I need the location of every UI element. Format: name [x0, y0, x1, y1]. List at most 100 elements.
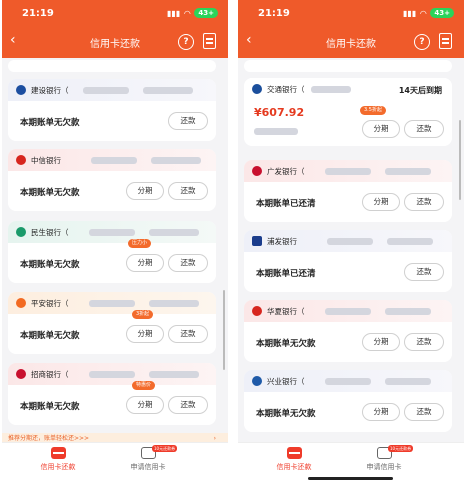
bank-name: 华夏银行（: [267, 306, 305, 316]
repay-button[interactable]: 还款: [404, 263, 444, 281]
status-time: 21:19: [258, 7, 290, 19]
citic-logo-icon: [16, 155, 26, 165]
bill-amount: ¥607.92: [254, 106, 305, 119]
bill-status: 本期账单无欠款: [20, 331, 80, 341]
masked-holder: [148, 370, 199, 378]
help-icon[interactable]: ?: [178, 34, 194, 50]
masked-detail: [254, 128, 298, 135]
card-citic[interactable]: 中信银行 本期账单无欠款 分期 还款: [8, 149, 216, 211]
bill-status: 本期账单已还清: [256, 199, 316, 209]
bank-name: 兴业银行（: [267, 376, 305, 386]
status-bar: 21:19 ▮▮▮ ◠ 43+: [2, 0, 228, 26]
tab-credit-card-repay[interactable]: 信用卡还款: [18, 447, 98, 472]
installment-button[interactable]: 分期: [126, 396, 164, 414]
bank-name: 浦发银行: [267, 236, 297, 246]
bill-icon[interactable]: [203, 33, 216, 49]
bank-name: 建设银行（: [31, 85, 69, 95]
signal-icon: ▮▮▮: [167, 8, 181, 18]
repay-button[interactable]: 还款: [168, 254, 208, 272]
pingan-logo-icon: [16, 298, 26, 308]
scrollbar[interactable]: [223, 290, 225, 370]
repay-button[interactable]: 还款: [404, 120, 444, 138]
card-partial: [8, 60, 216, 72]
masked-card-number: [82, 86, 129, 94]
battery-icon: 43+: [430, 8, 454, 18]
tab-label: 申请信用卡: [366, 463, 402, 471]
cmb-logo-icon: [16, 369, 26, 379]
masked-card-number: [324, 167, 371, 175]
card-partial: [244, 60, 452, 72]
bank-name: 广发银行（: [267, 166, 305, 176]
tab-apply-card[interactable]: 10元还款券 申请信用卡: [344, 445, 424, 472]
promo-tag: 3.5折起: [360, 106, 386, 115]
installment-button[interactable]: 分期: [362, 193, 400, 211]
hxb-logo-icon: [252, 306, 262, 316]
page-title: 信用卡还款: [326, 38, 376, 50]
card-pingan[interactable]: 平安银行（ 3折起 本期账单无欠款 分期 还款: [8, 292, 216, 354]
back-icon[interactable]: ‹: [246, 32, 252, 48]
bank-name: 招商银行（: [31, 369, 69, 379]
installment-button[interactable]: 分期: [126, 325, 164, 343]
bank-name: 交通银行（: [267, 84, 305, 94]
promo-tag: 3折起: [132, 310, 154, 319]
repay-button[interactable]: 还款: [404, 333, 444, 351]
repay-button[interactable]: 还款: [404, 403, 444, 421]
battery-icon: 43+: [194, 8, 218, 18]
card-ccb[interactable]: 建设银行（ 本期账单无欠款 还款: [8, 79, 216, 141]
repay-button[interactable]: 还款: [168, 325, 208, 343]
bill-icon[interactable]: [439, 33, 452, 49]
card-hxb[interactable]: 华夏银行（ 本期账单无欠款 分期 还款: [244, 300, 452, 362]
status-bar: 21:19 ▮▮▮ ◠ 43+: [238, 0, 464, 26]
help-icon[interactable]: ?: [414, 34, 430, 50]
spdb-logo-icon: [252, 236, 262, 246]
top-bar: 21:19 ▮▮▮ ◠ 43+ ‹ 信用卡还款 ?: [238, 0, 464, 58]
repay-button[interactable]: 还款: [168, 112, 208, 130]
masked-holder: [384, 307, 431, 315]
credit-card-icon: [50, 447, 66, 459]
tab-credit-card-repay[interactable]: 信用卡还款: [254, 447, 334, 472]
masked-card-number: [324, 377, 371, 385]
card-cib[interactable]: 兴业银行（ 本期账单无欠款 分期 还款: [244, 370, 452, 432]
repay-button[interactable]: 还款: [168, 396, 208, 414]
ccb-logo-icon: [16, 85, 26, 95]
card-bocom[interactable]: 交通银行（ 14天后到期 ¥607.92 3.5折起 分期 还款: [244, 78, 452, 146]
bank-name: 平安银行（: [31, 298, 69, 308]
nav-bar: ‹ 信用卡还款 ?: [238, 26, 464, 58]
coupon-badge: 10元还款券: [152, 445, 178, 452]
tab-apply-card[interactable]: 10元还款券 申请信用卡: [108, 445, 188, 472]
wifi-icon: ◠: [184, 8, 191, 18]
installment-button[interactable]: 分期: [362, 403, 400, 421]
installment-button[interactable]: 分期: [126, 182, 164, 200]
back-icon[interactable]: ‹: [10, 32, 16, 48]
top-bar: 21:19 ▮▮▮ ◠ 43+ ‹ 信用卡还款 ?: [2, 0, 228, 58]
coupon-badge: 10元还款券: [388, 445, 414, 452]
repay-button[interactable]: 还款: [168, 182, 208, 200]
card-cmbc[interactable]: 民生银行（ 压力小 本期账单无欠款 分期 还款: [8, 221, 216, 283]
promo-tag: 特惠价: [132, 381, 156, 390]
promo-tag: 压力小: [128, 239, 152, 248]
installment-button[interactable]: 分期: [362, 120, 400, 138]
masked-holder: [148, 228, 199, 236]
masked-holder: [151, 156, 201, 164]
card-spdb[interactable]: 浦发银行 本期账单已还清 还款: [244, 230, 452, 292]
bocom-logo-icon: [252, 84, 262, 94]
card-cmb[interactable]: 招商银行（ 特惠价 本期账单无欠款 分期 还款: [8, 363, 216, 425]
bank-name: 中信银行: [31, 155, 61, 165]
installment-button[interactable]: 分期: [362, 333, 400, 351]
bill-status: 本期账单无欠款: [256, 339, 316, 349]
left-phone-screen: 21:19 ▮▮▮ ◠ 43+ ‹ 信用卡还款 ? 建设银行（ 本期账单无欠款 还款…: [2, 0, 228, 483]
tab-label: 信用卡还款: [40, 463, 76, 471]
right-phone-screen: 21:19 ▮▮▮ ◠ 43+ ‹ 信用卡还款 ? 交通银行（ 14天后到期 ¥607…: [238, 0, 464, 483]
bank-name: 民生银行（: [31, 227, 69, 237]
bill-status: 本期账单无欠款: [256, 409, 316, 419]
nav-bar: ‹ 信用卡还款 ?: [2, 26, 228, 58]
installment-button[interactable]: 分期: [126, 254, 164, 272]
signal-icon: ▮▮▮: [403, 8, 417, 18]
card-cgb[interactable]: 广发银行（ 本期账单已还清 分期 还款: [244, 160, 452, 222]
repay-button[interactable]: 还款: [404, 193, 444, 211]
scrollbar[interactable]: [459, 120, 461, 200]
masked-holder: [387, 237, 433, 245]
masked-holder: [142, 86, 193, 94]
masked-card-number: [88, 299, 135, 307]
bottom-tab-bar: 信用卡还款 10元还款券 申请信用卡: [2, 442, 228, 483]
